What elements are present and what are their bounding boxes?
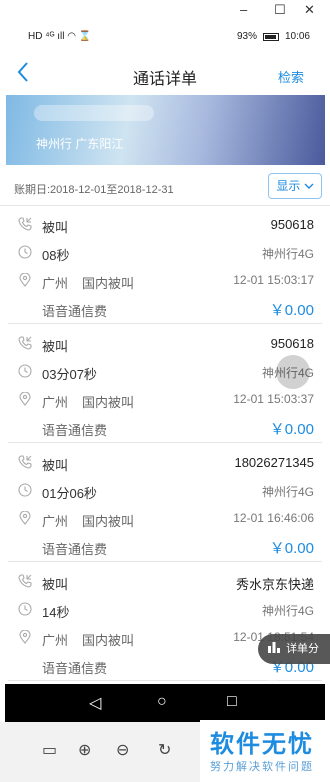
- plan-region: 神州行 广东阳江: [36, 137, 124, 151]
- app-header: 通话详单 检索: [0, 55, 330, 93]
- rotate-icon[interactable]: ↻: [158, 740, 171, 760]
- call-location: 广州: [42, 514, 69, 529]
- masked-info: [34, 105, 154, 121]
- call-number: 秀水京东快递: [235, 577, 314, 592]
- call-plan: 神州行4G: [261, 247, 314, 261]
- call-kind: 国内被叫: [82, 395, 135, 410]
- call-type: 被叫: [42, 339, 69, 354]
- battery-icon: [262, 32, 279, 41]
- zoom-out-icon[interactable]: ⊖: [116, 740, 129, 760]
- record-row-type: 被叫 秀水京东快递: [8, 569, 322, 597]
- android-nav-bar: ◁ ○ □: [5, 684, 325, 722]
- layout-icon[interactable]: ▭: [42, 740, 57, 760]
- call-datetime: 12-01 15:03:37: [233, 392, 314, 406]
- record-row-location: 广州 国内被叫 12-01 15:03:17: [8, 268, 322, 296]
- show-dropdown-button[interactable]: 显示: [268, 173, 322, 199]
- watermark-title: 软件无忧: [210, 731, 314, 758]
- phone-incoming-icon: [18, 217, 32, 231]
- detail-analysis-button[interactable]: 详单分析: [258, 634, 330, 685]
- record-row-fee: 语音通信费 ￥0.00: [8, 296, 322, 324]
- android-home-icon[interactable]: ○: [157, 693, 167, 711]
- chevron-down-icon: [304, 183, 314, 189]
- phone-incoming-icon: [18, 336, 32, 350]
- bar-chart-icon: [268, 642, 280, 653]
- location-pin-icon: [18, 272, 32, 287]
- minimize-button[interactable]: –: [240, 2, 247, 17]
- record-row-duration: 08秒 神州行4G: [8, 240, 322, 268]
- record-row-duration: 03分07秒 神州行4G: [8, 359, 322, 387]
- call-number: 18026271345: [234, 455, 314, 470]
- call-record[interactable]: 被叫 950618 08秒 神州行4G 广州 国内被叫 12-01 15:03:…: [8, 208, 322, 324]
- fee-label: 语音通信费: [42, 542, 108, 557]
- call-kind: 国内被叫: [82, 633, 135, 648]
- phone-incoming-icon: [18, 574, 32, 588]
- record-row-fee: 语音通信费 ￥0.00: [8, 415, 322, 443]
- billing-period-bar: 账期日:2018-12-01至2018-12-31 显示: [0, 172, 330, 206]
- call-record[interactable]: 被叫 950618 03分07秒 神州行4G 广州 国内被叫 12-01 15:…: [8, 327, 322, 443]
- android-recents-icon[interactable]: □: [227, 693, 237, 711]
- status-right: 93% 10:06: [237, 31, 310, 42]
- location-pin-icon: [18, 510, 32, 525]
- account-banner: 神州行 广东阳江: [6, 95, 325, 165]
- call-location: 广州: [42, 633, 69, 648]
- maximize-button[interactable]: ☐: [274, 2, 286, 18]
- location-pin-icon: [18, 391, 32, 406]
- call-number: 950618: [270, 217, 314, 232]
- call-duration: 03分07秒: [42, 367, 97, 382]
- call-kind: 国内被叫: [82, 276, 135, 291]
- call-location: 广州: [42, 276, 69, 291]
- fee-label: 语音通信费: [42, 661, 108, 676]
- billing-period: 账期日:2018-12-01至2018-12-31: [14, 184, 174, 196]
- close-button[interactable]: ✕: [304, 2, 315, 18]
- touch-ripple: [276, 355, 310, 389]
- show-label: 显示: [276, 179, 301, 193]
- fee-label: 语音通信费: [42, 423, 108, 438]
- call-datetime: 12-01 16:46:06: [233, 511, 314, 525]
- call-duration: 14秒: [42, 605, 70, 620]
- clock-icon: [18, 245, 32, 259]
- call-record[interactable]: 被叫 18026271345 01分06秒 神州行4G 广州 国内被叫 12-0…: [8, 446, 322, 562]
- record-row-type: 被叫 18026271345: [8, 450, 322, 478]
- call-type: 被叫: [42, 458, 69, 473]
- record-row-duration: 01分06秒 神州行4G: [8, 478, 322, 506]
- call-plan: 神州行4G: [261, 604, 314, 618]
- call-datetime: 12-01 15:03:17: [233, 273, 314, 287]
- fee-amount: ￥0.00: [269, 540, 314, 557]
- call-duration: 01分06秒: [42, 486, 97, 501]
- call-number: 950618: [270, 336, 314, 351]
- phone-incoming-icon: [18, 455, 32, 469]
- fee-amount: ￥0.00: [269, 421, 314, 438]
- clock: 10:06: [284, 31, 310, 42]
- clock-icon: [18, 483, 32, 497]
- record-row-duration: 14秒 神州行4G: [8, 597, 322, 625]
- record-row-location: 广州 国内被叫 12-01 15:03:37: [8, 387, 322, 415]
- watermark-subtitle: 努力解决软件问题: [210, 761, 314, 773]
- zoom-in-icon[interactable]: ⊕: [78, 740, 91, 760]
- signal-wifi-icon: HD ⁴ᴳ ıll ◠ ⌛: [28, 31, 92, 42]
- battery-percent: 93%: [236, 31, 257, 42]
- call-type: 被叫: [42, 220, 69, 235]
- window-chrome: – ☐ ✕: [0, 0, 330, 20]
- clock-icon: [18, 602, 32, 616]
- call-type: 被叫: [42, 577, 69, 592]
- record-row-type: 被叫 950618: [8, 212, 322, 240]
- record-row-location: 广州 国内被叫 12-01 16:46:06: [8, 506, 322, 534]
- call-plan: 神州行4G: [261, 485, 314, 499]
- call-duration: 08秒: [42, 248, 70, 263]
- watermark: 软件无忧 努力解决软件问题: [200, 720, 330, 782]
- record-row-type: 被叫 950618: [8, 331, 322, 359]
- signal-icons: HD ⁴ᴳ ıll ◠ ⌛: [28, 31, 91, 42]
- location-pin-icon: [18, 629, 32, 644]
- record-row-fee: 语音通信费 ￥0.00: [8, 534, 322, 562]
- call-location: 广州: [42, 395, 69, 410]
- status-bar: HD ⁴ᴳ ıll ◠ ⌛ 93% 10:06: [0, 26, 330, 48]
- search-button[interactable]: 检索: [278, 67, 304, 86]
- fee-amount: ￥0.00: [269, 302, 314, 319]
- clock-icon: [18, 364, 32, 378]
- android-back-icon[interactable]: ◁: [89, 693, 101, 713]
- fee-label: 语音通信费: [42, 304, 108, 319]
- call-kind: 国内被叫: [82, 514, 135, 529]
